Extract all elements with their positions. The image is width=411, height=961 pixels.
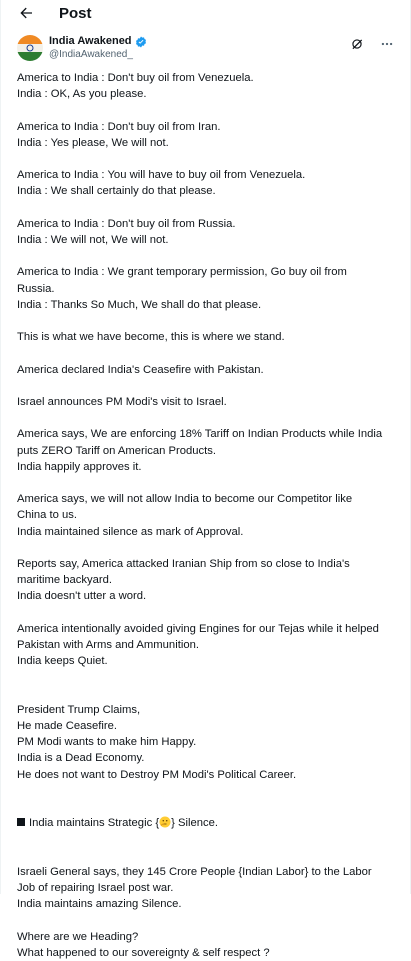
author-block: India Awakened @IndiaAwakened_ (49, 35, 147, 61)
post-paragraph: America intentionally avoided giving Eng… (17, 622, 379, 668)
strategic-suffix: } Silence. (171, 817, 218, 830)
avatar[interactable] (17, 35, 43, 61)
black-square-emoji (17, 818, 25, 827)
arrow-left-icon[interactable] (15, 2, 37, 24)
author-name[interactable]: India Awakened (49, 35, 132, 48)
strategic-prefix: India maintains Strategic { (29, 817, 160, 830)
more-horizontal-icon[interactable] (380, 37, 394, 51)
page-title: Post (59, 4, 92, 22)
post-paragraph-trump: President Trump Claims, He made Ceasefir… (17, 686, 394, 848)
post-paragraph: America says, we will not allow India to… (17, 493, 353, 538)
post-paragraph: America declared India's Ceasefire with … (17, 363, 264, 376)
post-paragraph: Israeli General says, they 145 Crore Peo… (17, 865, 372, 911)
post-paragraph: America to India : Don't buy oil from Ir… (17, 120, 221, 149)
thinking-face-emoji (159, 816, 171, 828)
post-paragraph: America to India : Don't buy oil from Ve… (17, 72, 254, 101)
grok-icon[interactable] (350, 37, 364, 51)
trump-claims-text: President Trump Claims, He made Ceasefir… (17, 703, 297, 781)
post-paragraph: Reports say, America attacked Iranian Sh… (17, 557, 350, 603)
post-paragraph: Where are we Heading? What happened to o… (17, 930, 270, 959)
post-paragraph: Israel announces PM Modi's visit to Isra… (17, 395, 227, 408)
post-text: America to India : Don't buy oil from Ve… (1, 61, 410, 961)
strategic-silence-line: India maintains Strategic { } Silence. (17, 799, 394, 831)
post-paragraph: America to India : We grant temporary pe… (17, 266, 347, 311)
post-header: India Awakened @IndiaAwakened_ (1, 26, 410, 61)
post-paragraph: America to India : You will have to buy … (17, 169, 306, 198)
header-actions (350, 35, 394, 51)
verified-badge-icon (135, 36, 147, 48)
post-paragraph: This is what we have become, this is whe… (17, 331, 285, 344)
author-handle[interactable]: @IndiaAwakened_ (49, 48, 147, 61)
post-paragraph: America says, We are enforcing 18% Tarif… (17, 428, 383, 473)
post-paragraph: America to India : Don't buy oil from Ru… (17, 217, 236, 246)
top-bar: Post (1, 0, 410, 26)
